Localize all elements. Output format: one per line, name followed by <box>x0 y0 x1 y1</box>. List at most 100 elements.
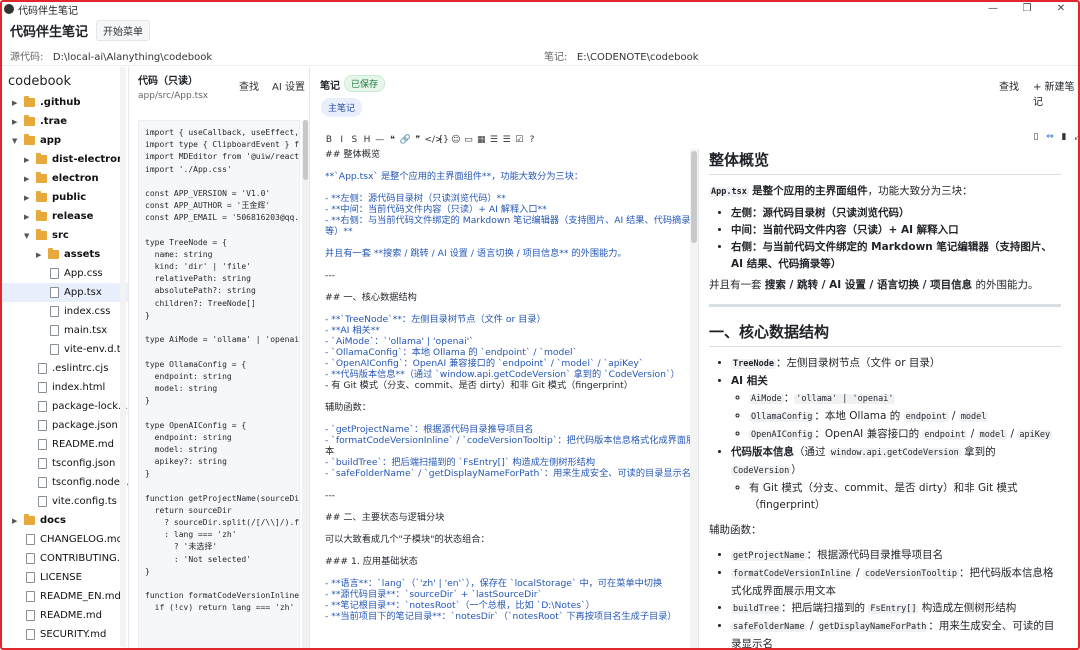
strikethrough-icon[interactable]: S <box>348 135 360 145</box>
editor-scroll-thumb[interactable] <box>691 151 697 243</box>
code-viewer[interactable]: import { useCallback, useEffect, useMemo… <box>138 120 300 648</box>
tree-folder[interactable]: ▶ release <box>2 207 128 226</box>
image-icon[interactable]: ▭ <box>463 135 475 145</box>
tree-file[interactable]: CONTRIBUTING... <box>2 549 128 568</box>
tree-file[interactable]: package.json <box>2 416 128 435</box>
hr-icon[interactable]: — <box>374 135 386 145</box>
tree-file[interactable]: index.html <box>2 378 128 397</box>
quote-icon[interactable]: ❝ <box>386 135 398 145</box>
markdown-editor[interactable]: ## 整体概览 **`App.tsx` 是整个应用的主界面组件**，功能大致分为三… <box>317 149 699 648</box>
help-icon[interactable]: ? <box>526 135 538 145</box>
tree-folder[interactable]: ▶ .github <box>2 93 128 112</box>
tree-folder[interactable]: ▶ dist-electron <box>2 150 128 169</box>
minimize-button[interactable]: — <box>976 2 1010 16</box>
italic-icon[interactable]: I <box>336 135 348 145</box>
tree-file[interactable]: App.css <box>2 264 128 283</box>
editor-scrollbar[interactable] <box>690 149 698 648</box>
preview-heading-data-structure: 一、核心数据结构 <box>709 321 1061 347</box>
bold-icon[interactable]: B <box>323 135 335 145</box>
file-icon <box>38 439 47 450</box>
checklist-icon[interactable]: ☑ <box>513 135 525 145</box>
tree-file[interactable]: tsconfig.node... <box>2 473 128 492</box>
code-search-button[interactable]: 查找 <box>239 78 259 93</box>
tree-item-label: vite.config.ts <box>52 496 117 507</box>
file-icon <box>26 610 35 621</box>
note-tag-main[interactable]: 主笔记 <box>321 98 363 117</box>
blockquote-icon[interactable]: ❞ <box>412 135 424 145</box>
tree-file[interactable]: LICENSE <box>2 568 128 587</box>
file-icon <box>26 572 35 583</box>
code-line: } <box>145 566 150 576</box>
code-line: function formatCodeVersionInline(cv: Co <box>145 591 300 601</box>
tree-file[interactable]: App.tsx <box>2 283 128 302</box>
start-menu-button[interactable]: 开始菜单 <box>96 19 151 41</box>
link-icon[interactable]: 🔗 <box>399 135 411 145</box>
chevron-right-icon[interactable]: ▶ <box>12 517 17 525</box>
chevron-right-icon[interactable]: ▶ <box>24 156 29 164</box>
tree-file[interactable]: .eslintrc.cjs <box>2 359 128 378</box>
tree-file[interactable]: package-lock.... <box>2 397 128 416</box>
tree-file[interactable]: main.tsx <box>2 321 128 340</box>
sidebar-scrollbar[interactable] <box>120 67 126 647</box>
file-icon <box>38 363 47 374</box>
close-button[interactable]: ✕ <box>1044 2 1078 16</box>
chevron-right-icon[interactable]: ▶ <box>24 194 29 202</box>
preview-mode-icon[interactable]: ▮ <box>1057 132 1071 142</box>
tree-folder[interactable]: ▼ app <box>2 131 128 150</box>
tree-file[interactable]: SECURITY.md <box>2 625 128 644</box>
list-item: 中间：当前代码文件内容（只读）+ AI 解释入口 <box>731 222 1061 239</box>
tree-file[interactable]: CHANGELOG.md <box>2 530 128 549</box>
edit-mode-icon[interactable]: ▯ <box>1029 132 1043 142</box>
note-search-button[interactable]: 查找 <box>999 78 1019 93</box>
ordered-list-icon[interactable]: ☰ <box>501 135 513 145</box>
note-path-label: 笔记: <box>544 52 568 63</box>
code-scroll-thumb[interactable] <box>303 120 308 180</box>
folder-icon <box>36 172 47 183</box>
heading-icon[interactable]: H <box>361 135 373 145</box>
tree-folder[interactable]: ▶ public <box>2 188 128 207</box>
code-scrollbar[interactable] <box>302 120 309 648</box>
fullscreen-icon[interactable]: ⤢ <box>1071 132 1078 142</box>
table-icon[interactable]: ▦ <box>475 135 487 145</box>
new-note-button[interactable]: + 新建笔记 <box>1033 78 1078 108</box>
tree-file[interactable]: tsconfig.json <box>2 454 128 473</box>
code-block-icon[interactable]: {} <box>437 135 449 145</box>
tree-folder[interactable]: ▼ src <box>2 226 128 245</box>
chevron-down-icon[interactable]: ▼ <box>12 137 17 145</box>
split-mode-icon[interactable]: ⇔ <box>1043 132 1057 142</box>
tree-file[interactable]: index.css <box>2 302 128 321</box>
ai-settings-button[interactable]: AI 设置 <box>272 78 305 93</box>
chevron-right-icon[interactable]: ▶ <box>36 251 41 259</box>
app-window: 代码伴生笔记 — ❐ ✕ 代码伴生笔记 开始菜单 源代码: D:\local-a… <box>0 0 1080 650</box>
tree-file[interactable]: README_EN.md <box>2 587 128 606</box>
code-line: endpoint: string <box>145 432 232 442</box>
chevron-right-icon[interactable]: ▶ <box>12 118 17 126</box>
maximize-button[interactable]: ❐ <box>1010 2 1044 16</box>
tree-file[interactable]: README.md <box>2 606 128 625</box>
file-icon <box>38 420 47 431</box>
chevron-right-icon[interactable]: ▶ <box>24 213 29 221</box>
chevron-down-icon[interactable]: ▼ <box>24 232 29 240</box>
tree-file[interactable]: vite.config.ts <box>2 492 128 511</box>
comment-icon[interactable]: ☺ <box>450 135 462 145</box>
unordered-list-icon[interactable]: ☰ <box>488 135 500 145</box>
file-icon <box>50 344 59 355</box>
chevron-right-icon[interactable]: ▶ <box>24 175 29 183</box>
tree-file[interactable]: vite-env.d.ts <box>2 340 128 359</box>
tree-folder[interactable]: ▶ .trae <box>2 112 128 131</box>
chevron-right-icon[interactable]: ▶ <box>12 99 17 107</box>
folder-icon <box>24 514 35 525</box>
tree-folder[interactable]: ▶ assets <box>2 245 128 264</box>
tree-folder[interactable]: ▶ docs <box>2 511 128 530</box>
inline-code: CodeVersion <box>731 466 792 476</box>
tree-folder[interactable]: ▶ electron <box>2 169 128 188</box>
editor-line: - `buildTree`：把后端扫描到的 `FsEntry[]` 构造成左侧树… <box>325 457 596 468</box>
inline-code: model <box>958 412 989 422</box>
tree-file[interactable]: README.md <box>2 435 128 454</box>
code-icon[interactable]: </> <box>425 135 443 145</box>
list-item: buildTree：把后端扫描到的 FsEntry[] 构造成左侧树形结构 <box>731 600 1061 618</box>
